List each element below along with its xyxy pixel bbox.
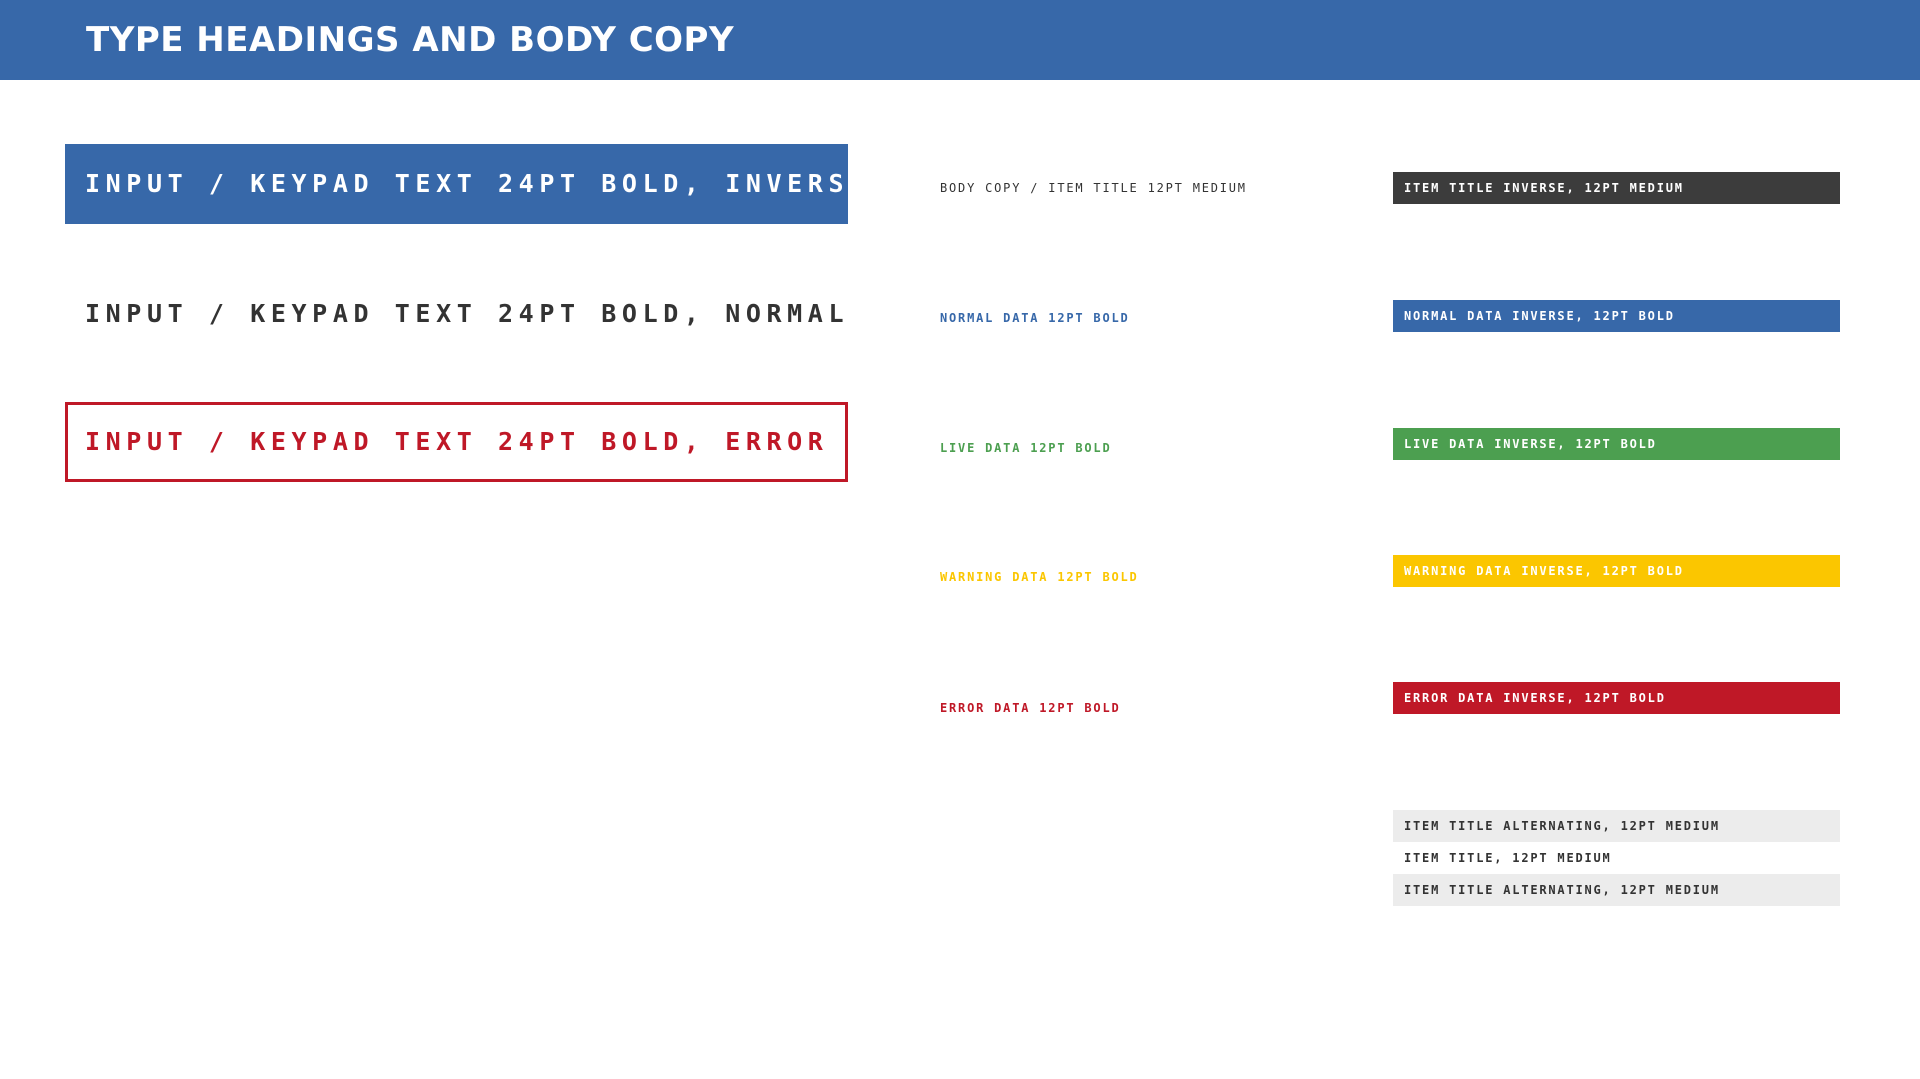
list-row-alternating: ITEM TITLE ALTERNATING, 12PT MEDIUM [1393,810,1840,842]
list-row-plain: ITEM TITLE, 12PT MEDIUM [1393,842,1840,874]
list-row-alternating: ITEM TITLE ALTERNATING, 12PT MEDIUM [1393,874,1840,906]
input-sample-error: INPUT / KEYPAD TEXT 24PT BOLD, ERROR [65,402,848,482]
header-bar: TYPE HEADINGS AND BODY COPY [0,0,1920,80]
normal-data-sample: NORMAL DATA 12PT BOLD [940,311,1130,325]
error-data-inverse-sample: ERROR DATA INVERSE, 12PT BOLD [1393,682,1840,714]
input-sample-normal: INPUT / KEYPAD TEXT 24PT BOLD, NORMAL [85,299,850,328]
live-data-sample: LIVE DATA 12PT BOLD [940,441,1112,455]
warning-data-sample: WARNING DATA 12PT BOLD [940,570,1139,584]
live-data-inverse-sample: LIVE DATA INVERSE, 12PT BOLD [1393,428,1840,460]
page-title: TYPE HEADINGS AND BODY COPY [86,20,735,60]
item-title-inverse-sample: ITEM TITLE INVERSE, 12PT MEDIUM [1393,172,1840,204]
normal-data-inverse-sample: NORMAL DATA INVERSE, 12PT BOLD [1393,300,1840,332]
warning-data-inverse-sample: WARNING DATA INVERSE, 12PT BOLD [1393,555,1840,587]
error-data-sample: ERROR DATA 12PT BOLD [940,701,1121,715]
body-copy-sample: BODY COPY / ITEM TITLE 12PT MEDIUM [940,181,1247,195]
input-sample-inverse: INPUT / KEYPAD TEXT 24PT BOLD, INVERSE [65,144,864,224]
